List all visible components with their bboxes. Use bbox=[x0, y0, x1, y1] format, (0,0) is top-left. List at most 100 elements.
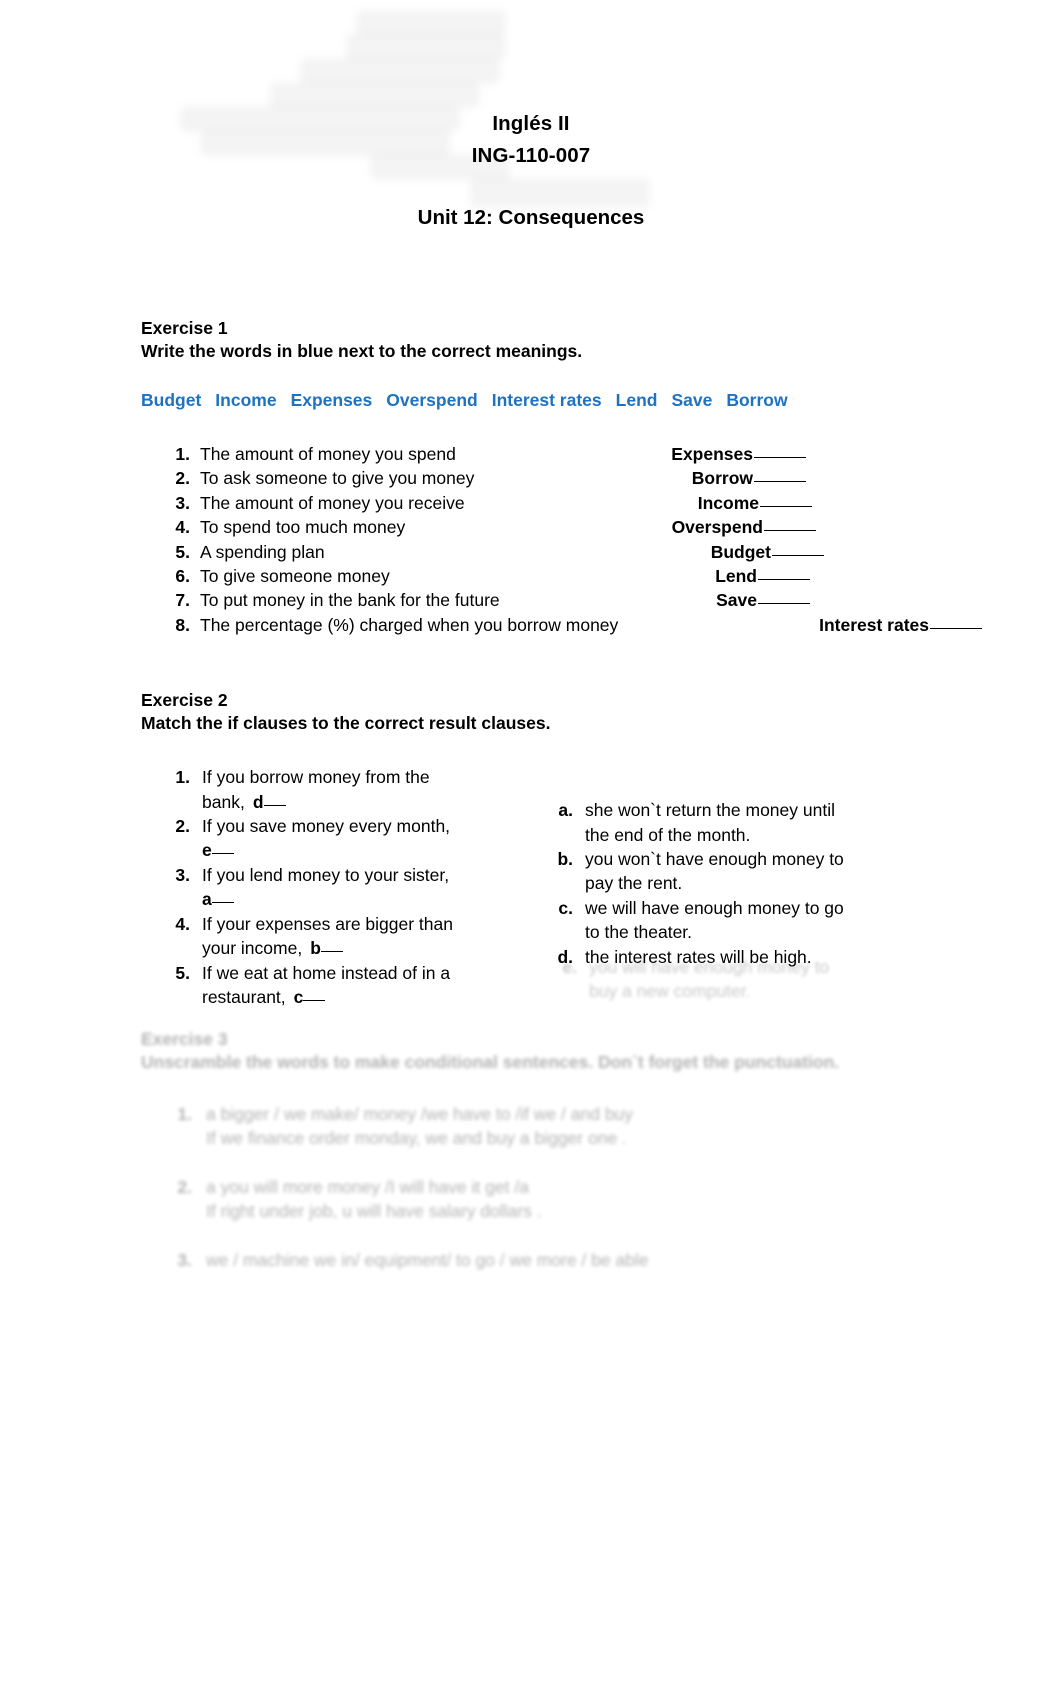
if-clause-text: If you borrow money from the bank, d bbox=[202, 765, 516, 814]
if-clause-line2: restaurant, bbox=[202, 986, 286, 1007]
exercise-1-item: 6. To give someone money Lend bbox=[166, 564, 982, 588]
item-answer-group: Expenses bbox=[671, 442, 806, 466]
word-bank-item: Budget bbox=[141, 390, 202, 410]
item-line1: a bigger / we make/ money /we have to /i… bbox=[206, 1104, 634, 1124]
if-clause-answer: d bbox=[252, 791, 264, 812]
if-clause-answer-group: a bbox=[202, 889, 234, 909]
result-clause-item: b. you won`t have enough money to pay th… bbox=[549, 847, 879, 896]
exercise-3-item: 2. a you will more money /I will have it… bbox=[166, 1175, 901, 1224]
item-number: 6. bbox=[175, 566, 190, 587]
exercise-1-item: 1. The amount of money you spend Expense… bbox=[166, 442, 982, 466]
scan-smudge bbox=[356, 10, 506, 36]
item-answer: Lend bbox=[715, 566, 757, 587]
item-line1: we / machine we in/ equipment/ to go / w… bbox=[206, 1249, 649, 1270]
exercise-1-section: Exercise 1 Write the words in blue next … bbox=[141, 10, 982, 637]
item-answer-group: Interest rates bbox=[805, 613, 982, 637]
result-clause-text: we will have enough money to go to the t… bbox=[585, 896, 879, 945]
exercise-1-item: 7. To put money in the bank for the futu… bbox=[166, 588, 982, 612]
answer-blank-line bbox=[211, 902, 234, 904]
exercise-3-heading: Exercise 3 bbox=[141, 1029, 228, 1049]
exercise-1-heading: Exercise 1 bbox=[141, 318, 228, 338]
if-clause-item: 3. If you lend money to your sister, a bbox=[166, 863, 516, 912]
answer-blank-line bbox=[754, 481, 806, 483]
item-answer: Expenses bbox=[671, 444, 753, 464]
result-clause-line2: buy a new computer. bbox=[589, 981, 751, 1002]
word-bank-item: Income bbox=[215, 390, 277, 410]
item-number: 3. bbox=[175, 864, 190, 885]
item-text: a bigger / we make/ money /we have to /i… bbox=[206, 1102, 901, 1151]
result-clause-line2: pay the rent. bbox=[585, 873, 683, 894]
answer-blank-line bbox=[211, 853, 234, 855]
unit-title: Unit 12: Consequences bbox=[417, 206, 645, 229]
exercise-1-item: 4. To spend too much money Overspend bbox=[166, 515, 982, 539]
item-text: a you will more money /I will have it ge… bbox=[206, 1175, 901, 1224]
item-number: 2. bbox=[175, 816, 190, 837]
word-bank-item: Overspend bbox=[386, 390, 478, 410]
if-clause-answer-group: c bbox=[294, 987, 326, 1007]
item-number: 3. bbox=[177, 1249, 192, 1270]
item-answer: Income bbox=[697, 492, 759, 513]
item-definition: To give someone money bbox=[200, 566, 390, 587]
item-letter: b. bbox=[557, 849, 573, 870]
if-clause-text: If we eat at home instead of in a restau… bbox=[202, 961, 516, 1010]
result-clause-text: she won`t return the money until the end… bbox=[585, 798, 879, 847]
item-number: 4. bbox=[175, 517, 190, 538]
scan-smudge bbox=[346, 34, 506, 60]
item-number: 5. bbox=[175, 962, 190, 983]
course-title: Inglés II bbox=[492, 112, 570, 135]
item-text: we / machine we in/ equipment/ to go / w… bbox=[206, 1248, 901, 1272]
word-bank-item: Expenses bbox=[290, 390, 373, 410]
word-bank-item: Save bbox=[671, 390, 713, 410]
item-definition: The percentage (%) charged when you borr… bbox=[200, 614, 619, 635]
item-definition: To ask someone to give you money bbox=[200, 468, 475, 489]
if-clause-item: 2. If you save money every month, e bbox=[166, 814, 516, 863]
if-clause-answer-group: e bbox=[202, 840, 234, 860]
answer-blank-line bbox=[754, 457, 806, 458]
word-bank-item: Borrow bbox=[726, 390, 788, 410]
result-clause-line1: we will have enough money to go bbox=[585, 897, 844, 918]
item-number: 3. bbox=[175, 492, 190, 513]
answer-blank-line bbox=[764, 530, 816, 532]
if-clause-answer: e bbox=[202, 840, 212, 861]
item-answer-group: Budget bbox=[711, 540, 824, 564]
item-answer: Borrow bbox=[691, 468, 753, 489]
item-line2: If right under job, u will have salary d… bbox=[206, 1201, 542, 1222]
answer-blank-line bbox=[930, 627, 982, 629]
if-clause-item: 4. If your expenses are bigger than your… bbox=[166, 912, 516, 961]
exercise-2-if-clause-column: 1. If you borrow money from the bank, d 2… bbox=[166, 765, 516, 1009]
item-definition: The amount of money you spend bbox=[200, 444, 456, 464]
if-clause-answer: c bbox=[293, 986, 304, 1007]
item-answer-group: Overspend bbox=[672, 515, 816, 539]
item-number: 2. bbox=[175, 468, 190, 489]
result-clause-text: you will have enough money to buy a new … bbox=[589, 955, 883, 1004]
exercise-2-heading: Exercise 2 bbox=[141, 690, 228, 711]
if-clause-answer: a bbox=[202, 889, 212, 910]
if-clause-line2: bank, bbox=[202, 791, 245, 812]
exercise-3-list: 1. a bigger / we make/ money /we have to… bbox=[166, 1102, 901, 1272]
item-number: 1. bbox=[175, 767, 190, 788]
if-clause-item: 5. If we eat at home instead of in a res… bbox=[166, 961, 516, 1010]
item-number: 8. bbox=[175, 614, 190, 635]
item-letter: e. bbox=[562, 957, 577, 977]
answer-blank-line bbox=[320, 951, 343, 953]
item-line2: If we finance order monday, we and buy a… bbox=[206, 1128, 627, 1149]
answer-blank-line bbox=[303, 999, 326, 1001]
item-number: 1. bbox=[175, 444, 190, 464]
if-clause-line1: If we eat at home instead of in a bbox=[202, 962, 451, 983]
answer-blank-line bbox=[758, 579, 810, 581]
exercise-2-instructions: Match the if clauses to the correct resu… bbox=[141, 713, 551, 734]
answer-blank-line bbox=[263, 804, 286, 806]
if-clause-answer-group: d bbox=[253, 792, 286, 812]
if-clause-text: If you lend money to your sister, a bbox=[202, 863, 516, 912]
document-page: Inglés II ING-110-007 Unit 12: Consequen… bbox=[0, 0, 1062, 1686]
result-clause-line1: you won`t have enough money to bbox=[585, 849, 844, 870]
result-clause-line2: the end of the month. bbox=[585, 824, 751, 845]
result-clause-text: you won`t have enough money to pay the r… bbox=[585, 847, 879, 896]
answer-blank-line bbox=[758, 603, 810, 605]
exercise-1-item: 2. To ask someone to give you money Borr… bbox=[166, 466, 982, 490]
item-answer-group: Income bbox=[698, 491, 812, 515]
document-body: Exercise 1 Write the words in blue next … bbox=[141, 10, 982, 1009]
answer-blank-line bbox=[760, 505, 812, 507]
item-number: 1. bbox=[177, 1104, 192, 1124]
document-title-block: Inglés II ING-110-007 Unit 12: Consequen… bbox=[0, 108, 1062, 234]
